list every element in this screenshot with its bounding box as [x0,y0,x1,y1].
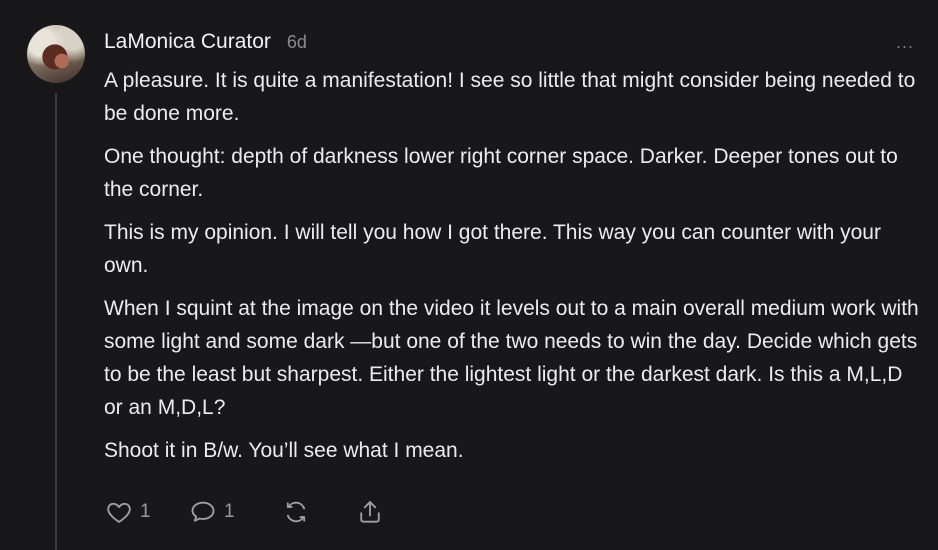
restack-button[interactable] [282,497,310,527]
share-icon [356,498,384,526]
comment-paragraph: A pleasure. It is quite a manifestation!… [104,69,916,125]
reply-button[interactable]: 1 [188,497,235,527]
thread-line [55,93,57,550]
comment-paragraph: This is my opinion. I will tell you how … [104,221,881,277]
like-button[interactable]: 1 [104,497,151,527]
avatar[interactable] [27,25,85,83]
comment-paragraph: Shoot it in B/w. You’ll see what I mean. [104,439,464,462]
comment-paragraph: When I squint at the image on the video … [104,297,919,419]
restack-icon [282,498,310,526]
comment-header: LaMonica Curator 6d [104,30,307,54]
more-options-button[interactable]: ... [896,32,914,53]
comment-paragraph: One thought: depth of darkness lower rig… [104,145,898,201]
timestamp[interactable]: 6d [287,32,307,53]
share-button[interactable] [356,497,384,527]
comment-body: A pleasure. It is quite a manifestation!… [104,64,924,477]
author-name[interactable]: LaMonica Curator [104,30,271,54]
comment-icon [188,498,218,526]
heart-icon [104,498,134,526]
like-count: 1 [140,501,151,522]
reply-count: 1 [224,501,235,522]
